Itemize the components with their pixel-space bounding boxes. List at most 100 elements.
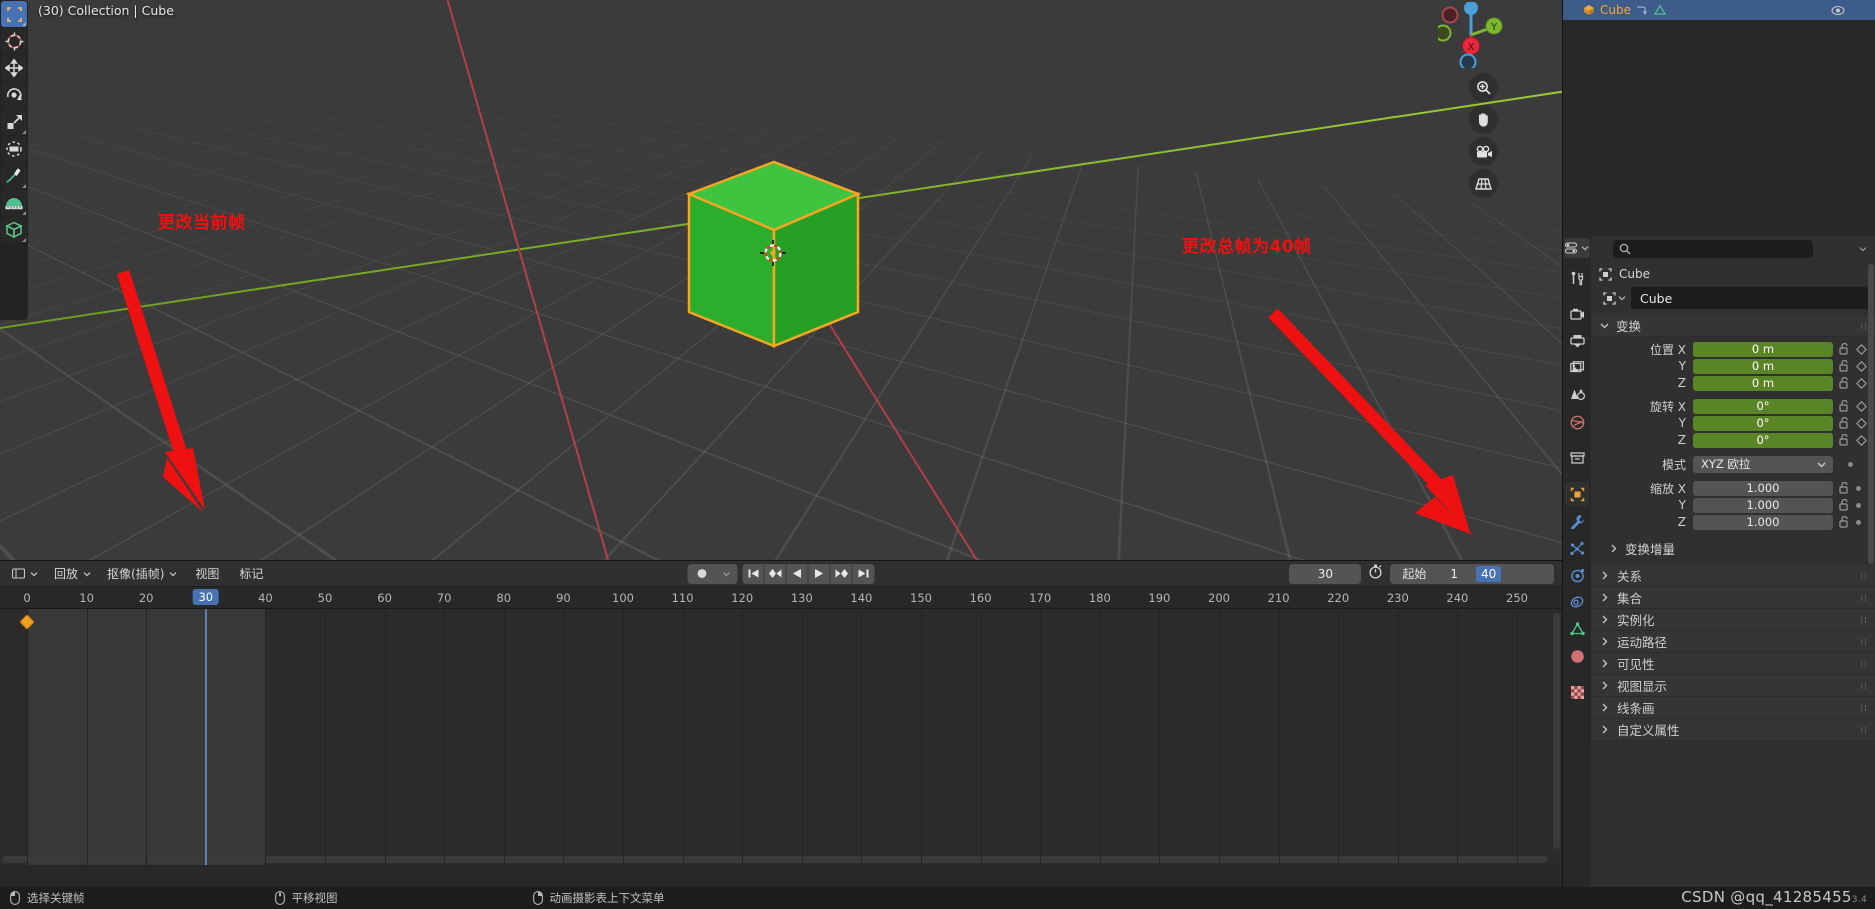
properties-tab-column[interactable] — [1563, 236, 1591, 887]
properties-tab-view-layer[interactable] — [1565, 356, 1589, 380]
record-icon[interactable] — [688, 564, 716, 584]
location-z-row[interactable]: Z 0 m — [1591, 375, 1875, 391]
unlock-icon[interactable] — [1839, 343, 1850, 355]
end-frame-field[interactable]: 40 — [1472, 564, 1554, 584]
transform-panel-body[interactable]: 位置 X 0 m Y 0 m Z 0 — [1591, 337, 1875, 565]
properties-scrollbar[interactable] — [1868, 264, 1874, 564]
rotation-y-row[interactable]: Y 0° — [1591, 415, 1875, 431]
decorator-dot[interactable] — [1856, 520, 1861, 525]
decorator-dot[interactable] — [1856, 503, 1861, 508]
viewport-toolbar[interactable] — [0, 0, 28, 320]
playhead-line[interactable] — [205, 609, 207, 865]
menu-view[interactable]: 视图 — [187, 564, 227, 583]
timeline-keyframe-area[interactable] — [0, 609, 1562, 865]
unlock-icon[interactable] — [1839, 499, 1850, 511]
panel-custom-properties[interactable]: 自定义属性 ⁞⁞ — [1591, 719, 1875, 741]
properties-tab-material[interactable] — [1565, 644, 1589, 668]
scale-y-field[interactable]: 1.000 — [1693, 498, 1833, 513]
playback-controls[interactable] — [688, 564, 875, 584]
panel-relations[interactable]: 关系 ⁞⁞ — [1591, 565, 1875, 587]
unlock-icon[interactable] — [1839, 400, 1850, 412]
object-id-icon[interactable] — [1597, 287, 1631, 309]
end-frame-value[interactable]: 40 — [1476, 566, 1501, 582]
timeline-vertical-scrollbar[interactable] — [1553, 613, 1560, 849]
move-tool[interactable] — [1, 55, 27, 81]
current-frame-field[interactable]: 30 — [1289, 564, 1361, 584]
scale-z-row[interactable]: Z 1.000 — [1591, 514, 1875, 530]
animate-diamond-icon[interactable] — [1856, 401, 1867, 412]
panel-header-delta-transform[interactable]: 变换增量 — [1591, 537, 1875, 559]
properties-tab-world[interactable] — [1565, 410, 1589, 434]
camera-icon[interactable] — [1469, 137, 1498, 166]
animate-diamond-icon[interactable] — [1856, 344, 1867, 355]
zoom-icon[interactable] — [1469, 73, 1498, 102]
start-frame-value[interactable]: 1 — [1436, 567, 1472, 581]
cursor-3d-tool[interactable] — [1, 28, 27, 54]
timeline-ruler[interactable]: 0102030405060708090100110120130140150160… — [0, 587, 1562, 609]
jump-start-icon[interactable] — [743, 564, 765, 584]
location-y-field[interactable]: 0 m — [1693, 359, 1833, 374]
timeline-header[interactable]: 回放 抠像(插帧) 视图 标记 — [0, 561, 1562, 587]
location-y-row[interactable]: Y 0 m — [1591, 358, 1875, 374]
panel-collections[interactable]: 集合 ⁞⁞ — [1591, 587, 1875, 609]
animate-diamond-icon[interactable] — [1856, 378, 1867, 389]
properties-tab-output[interactable] — [1565, 329, 1589, 353]
properties-tab-scene[interactable] — [1565, 383, 1589, 407]
stopwatch-icon[interactable] — [1365, 564, 1386, 583]
unlock-icon[interactable] — [1839, 360, 1850, 372]
rotation-mode-row[interactable]: 模式 XYZ 欧拉 — [1591, 455, 1875, 473]
transport-buttons[interactable] — [743, 564, 875, 584]
properties-tab-collection[interactable] — [1565, 446, 1589, 470]
next-keyframe-icon[interactable] — [831, 564, 853, 584]
3d-viewport[interactable]: 更改当前帧 更改总帧为40帧 (30) Collection | Cube — [0, 0, 1562, 560]
unlock-icon[interactable] — [1839, 377, 1850, 389]
properties-tab-texture[interactable] — [1565, 680, 1589, 704]
panel-viewport-display[interactable]: 视图显示 ⁞⁞ — [1591, 675, 1875, 697]
properties-editor-icon[interactable] — [1564, 238, 1590, 258]
location-x-field[interactable]: 0 m — [1693, 342, 1833, 357]
panel-motion-paths[interactable]: 运动路径 ⁞⁞ — [1591, 631, 1875, 653]
properties-tab-render[interactable] — [1565, 302, 1589, 326]
properties-tab-object[interactable] — [1565, 482, 1589, 506]
select-box-tool[interactable] — [1, 1, 27, 27]
play-reverse-icon[interactable] — [787, 564, 809, 584]
rotation-mode-dropdown[interactable]: XYZ 欧拉 — [1693, 456, 1833, 473]
timeline-horizontal-scrollbar[interactable] — [2, 856, 1548, 863]
animate-diamond-icon[interactable] — [1856, 435, 1867, 446]
rotate-tool[interactable] — [1, 82, 27, 108]
auto-keying-dropdown[interactable] — [716, 564, 738, 584]
unlock-icon[interactable] — [1839, 434, 1850, 446]
location-x-row[interactable]: 位置 X 0 m — [1591, 341, 1875, 357]
properties-tab-particles[interactable] — [1565, 536, 1589, 560]
chevron-down-icon[interactable] — [1859, 245, 1867, 253]
search-input[interactable] — [1613, 240, 1813, 258]
properties-tab-modifiers[interactable] — [1565, 509, 1589, 533]
rotation-y-field[interactable]: 0° — [1693, 416, 1833, 431]
scale-x-field[interactable]: 1.000 — [1693, 481, 1833, 496]
panel-visibility[interactable]: 可见性 ⁞⁞ — [1591, 653, 1875, 675]
menu-keying[interactable]: 抠像(插帧) — [101, 564, 183, 583]
rotation-x-field[interactable]: 0° — [1693, 399, 1833, 414]
rotation-z-field[interactable]: 0° — [1693, 433, 1833, 448]
properties-tab-constraints[interactable] — [1565, 590, 1589, 614]
panel-line-art[interactable]: 线条画 ⁞⁞ — [1591, 697, 1875, 719]
properties-tab-physics[interactable] — [1565, 563, 1589, 587]
properties-tab-tool[interactable] — [1565, 266, 1589, 290]
animate-diamond-icon[interactable] — [1856, 418, 1867, 429]
rotation-z-row[interactable]: Z 0° — [1591, 432, 1875, 448]
unlock-icon[interactable] — [1839, 417, 1850, 429]
outliner-row-cube[interactable]: Cube — [1563, 0, 1875, 20]
animate-diamond-icon[interactable] — [1856, 361, 1867, 372]
location-z-field[interactable]: 0 m — [1693, 376, 1833, 391]
transform-tool[interactable] — [1, 136, 27, 162]
scale-y-row[interactable]: Y 1.000 — [1591, 497, 1875, 513]
decorator-dot[interactable] — [1848, 462, 1853, 467]
object-name-field[interactable]: Cube — [1631, 291, 1672, 306]
decorator-dot[interactable] — [1856, 486, 1861, 491]
measure-tool[interactable] — [1, 190, 27, 216]
timeline-editor[interactable]: 回放 抠像(插帧) 视图 标记 — [0, 560, 1562, 887]
unlock-icon[interactable] — [1839, 482, 1850, 494]
play-icon[interactable] — [809, 564, 831, 584]
scale-z-field[interactable]: 1.000 — [1693, 515, 1833, 530]
panel-instancing[interactable]: 实例化 ⁞⁞ — [1591, 609, 1875, 631]
